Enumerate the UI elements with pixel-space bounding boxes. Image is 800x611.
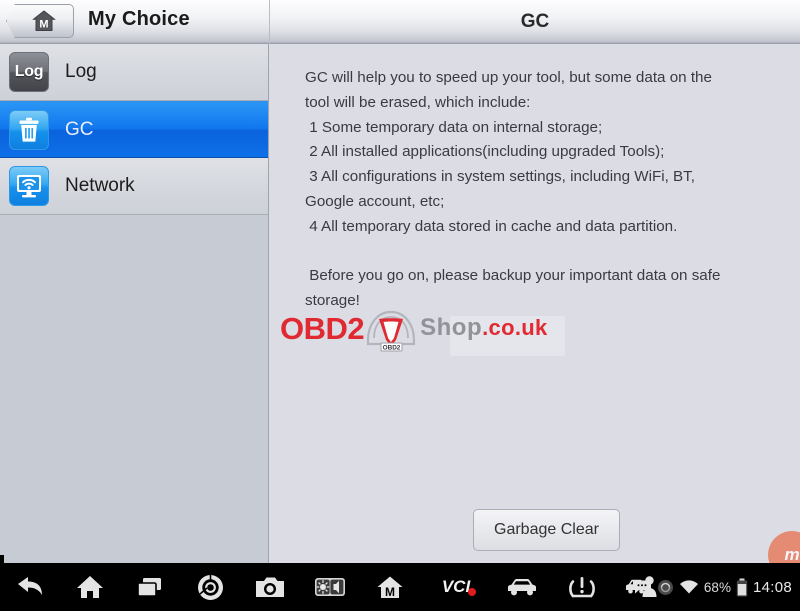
- back-button[interactable]: [0, 563, 60, 611]
- network-monitor-wifi-icon: [9, 166, 49, 206]
- gc-description-text: GC will help you to speed up your tool, …: [305, 69, 721, 310]
- system-navigation-bar: M VCI 68% 14:08: [0, 563, 800, 611]
- tpms-warning-icon: [569, 577, 595, 598]
- recent-apps-button[interactable]: [120, 563, 180, 611]
- car-logo-icon: OBD2: [367, 310, 416, 352]
- watermark-obd2shop: OBD2 OBD2 Shop .co.uk: [280, 292, 600, 364]
- message-bubble-icon[interactable]: [632, 579, 652, 595]
- tablet-screen: M My Choice GC Log Log GC Network GC wil…: [0, 0, 800, 611]
- car-icon: [508, 579, 536, 596]
- sidebar-item-label: Log: [65, 61, 97, 82]
- log-icon-text: Log: [14, 63, 44, 80]
- house-m-icon: M: [377, 576, 403, 599]
- home-button[interactable]: [60, 563, 120, 611]
- browser-button[interactable]: [180, 563, 240, 611]
- svg-text:M: M: [39, 19, 48, 31]
- clock: 14:08: [752, 578, 792, 596]
- sidebar: Log Log GC Network: [0, 44, 269, 563]
- back-arrow-icon: [18, 577, 42, 595]
- vehicle-button[interactable]: [492, 563, 552, 611]
- wifi-icon[interactable]: [679, 579, 699, 595]
- garbage-clear-button[interactable]: Garbage Clear: [473, 509, 620, 551]
- display-sound-button[interactable]: [300, 563, 360, 611]
- top-header-bar: M My Choice GC: [0, 0, 800, 44]
- watermark-shop: Shop: [420, 314, 483, 341]
- vci-label: VCI: [442, 577, 477, 597]
- screenshot-button[interactable]: [240, 563, 300, 611]
- status-tray: 68% 14:08: [632, 563, 792, 611]
- battery-percent: 68%: [703, 579, 731, 595]
- page-title-main: GC: [520, 11, 550, 32]
- watermark-corner-mark: m: [768, 531, 800, 563]
- brightness-volume-icon: [315, 578, 345, 596]
- trash-can-glyph: [19, 117, 39, 142]
- vci-button[interactable]: VCI: [420, 563, 492, 611]
- battery-icon: [736, 578, 748, 596]
- house-m-icon: M: [32, 10, 56, 31]
- main-content-panel: GC will help you to speed up your tool, …: [270, 44, 800, 563]
- corner-fill: [0, 555, 4, 567]
- page-title-left: My Choice: [88, 8, 190, 30]
- sidebar-item-label: Network: [65, 175, 135, 196]
- watermark-brand: OBD2: [280, 310, 365, 346]
- sidebar-item-label: GC: [65, 118, 94, 140]
- watermark-plate-text: OBD2: [383, 344, 401, 351]
- trash-can-icon: [9, 109, 49, 150]
- sidebar-item-log[interactable]: Log Log: [0, 44, 268, 101]
- vci-status-dot: [468, 588, 477, 596]
- maxi-home-button[interactable]: M: [360, 563, 420, 611]
- svg-text:M: M: [385, 585, 395, 599]
- sidebar-item-gc[interactable]: GC: [0, 101, 268, 158]
- sync-circle-icon[interactable]: [657, 579, 674, 596]
- sidebar-empty-area: [0, 215, 268, 563]
- monitor-wifi-glyph: [17, 175, 41, 198]
- camera-icon: [256, 577, 284, 597]
- watermark-corner-text: m: [784, 545, 800, 563]
- log-icon: Log: [9, 52, 49, 92]
- recent-apps-icon: [137, 578, 161, 597]
- sidebar-item-network[interactable]: Network: [0, 158, 268, 215]
- watermark-tld: .co.uk: [482, 315, 548, 340]
- home-back-button[interactable]: M: [6, 4, 74, 38]
- chrome-icon: [197, 574, 223, 600]
- tpms-button[interactable]: [552, 563, 612, 611]
- home-icon: [77, 576, 103, 598]
